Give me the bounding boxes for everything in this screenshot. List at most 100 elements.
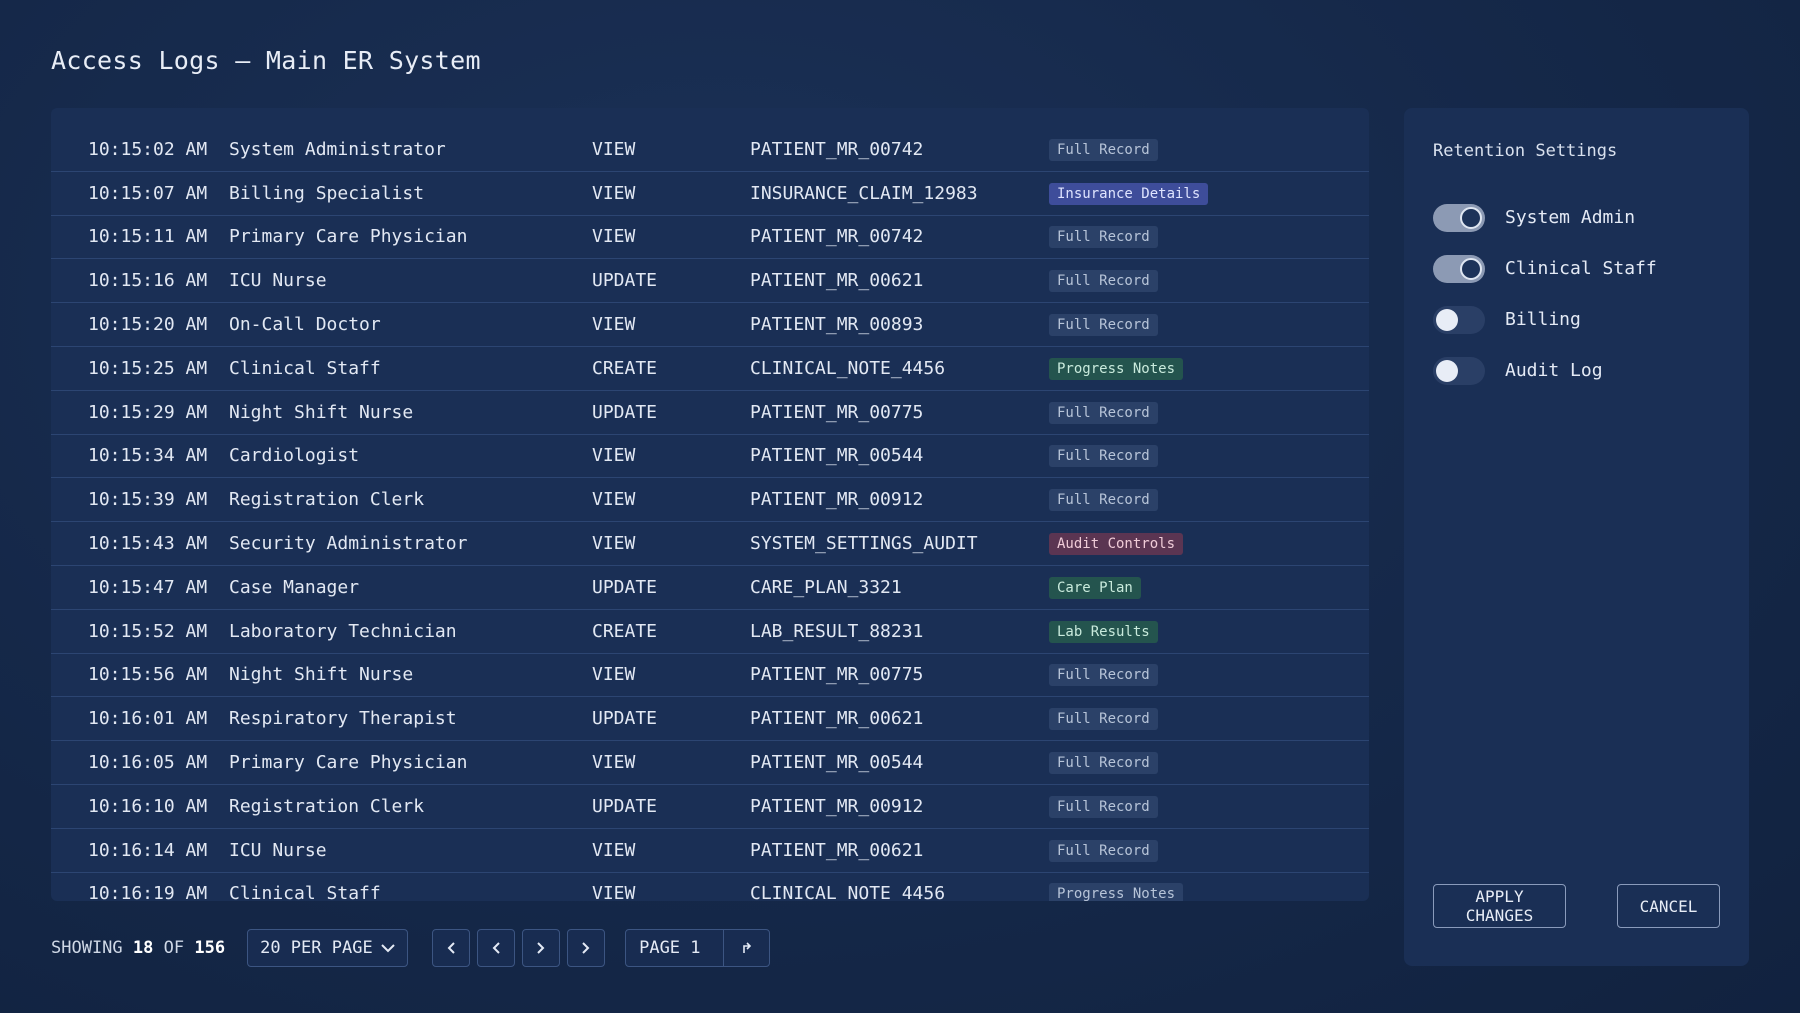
log-user: ICU Nurse [229,270,327,292]
table-row[interactable]: 10:15:39 AM Registration Clerk VIEW PATIENT… [51,478,1369,523]
table-row[interactable]: 10:15:20 AM On-Call Doctor VIEW PATIENT_MR_… [51,303,1369,347]
retention-toggle-switch[interactable] [1433,203,1485,232]
log-resource: PATIENT_MR_00912 [750,489,924,511]
showing-prefix: SHOWING [51,938,123,958]
log-scope-cell: Full Record [1049,269,1369,293]
first-page-button[interactable] [432,929,471,967]
apply-changes-button[interactable]: APPLY CHANGES [1433,884,1566,928]
retention-toggle-label: Clinical Staff [1505,258,1657,279]
log-scope-cell: Full Record [1049,488,1369,512]
log-user: Clinical Staff [229,883,381,901]
table-row[interactable]: 10:16:05 AM Primary Care Physician VIEW PAT… [51,741,1369,785]
log-action: UPDATE [592,708,658,730]
page-input[interactable]: PAGE 1 [626,930,725,966]
scope-badge: Full Record [1049,401,1158,424]
log-scope-cell: Insurance Details [1049,182,1369,205]
log-time: 10:15:16 AM [88,270,208,292]
showing-count-value: 18 [132,938,154,958]
table-row[interactable]: 10:15:11 AM Primary Care Physician VIEW PAT… [51,216,1369,260]
log-resource: PATIENT_MR_00742 [750,138,924,160]
log-time: 10:15:47 AM [88,576,208,598]
scope-badge: Care Plan [1049,576,1141,599]
table-row[interactable]: 10:15:02 AM System Administrator VIEW PATIE… [51,128,1369,172]
table-row[interactable]: 10:15:34 AM Cardiologist VIEW PATIENT_MR_00… [51,435,1369,479]
log-user: Night Shift Nurse [229,401,414,423]
table-row[interactable]: 10:15:25 AM Clinical Staff CREATE CLINICAL_… [51,347,1369,391]
retention-settings-title: Retention Settings [1433,141,1618,161]
log-time: 10:15:11 AM [88,226,208,248]
toggle-knob [1460,257,1482,280]
log-action: VIEW [592,226,636,248]
scope-badge: Full Record [1049,138,1158,161]
log-resource: PATIENT_MR_00621 [750,708,924,730]
log-scope-cell: Lab Results [1049,620,1369,643]
table-row[interactable]: 10:15:07 AM Billing Specialist VIEW INSURAN… [51,172,1369,216]
log-resource: CLINICAL_NOTE_4456 [750,883,946,901]
table-row[interactable]: 10:15:16 AM ICU Nurse UPDATE PATIENT_MR_006… [51,259,1369,304]
scope-badge: Full Record [1049,708,1158,731]
table-row[interactable]: 10:16:14 AM ICU Nurse VIEW PATIENT_MR_00621… [51,829,1369,873]
per-page-select[interactable]: 20 PER PAGE [247,929,409,967]
log-action: UPDATE [592,401,658,423]
log-time: 10:15:39 AM [88,489,208,511]
table-row[interactable]: 10:15:47 AM Case Manager UPDATE CARE_PLAN_3… [51,566,1369,610]
log-user: Respiratory Therapist [229,708,457,730]
log-time: 10:15:43 AM [88,533,208,555]
table-row[interactable]: 10:15:52 AM Laboratory Technician CREATE LA… [51,610,1369,654]
log-scope-cell: Full Record [1049,138,1369,161]
page-jump[interactable]: PAGE 1 [625,929,771,967]
table-row[interactable]: 10:16:10 AM Registration Clerk UPDATE PATIE… [51,785,1369,829]
table-body: 10:15:02 AM System Administrator VIEW PATIE… [51,128,1369,901]
cancel-button[interactable]: CANCEL [1617,884,1720,928]
total-count-value: 156 [194,938,226,958]
log-action: VIEW [592,533,636,555]
log-resource: PATIENT_MR_00775 [750,401,924,423]
log-time: 10:15:02 AM [88,138,208,160]
scope-badge: Full Record [1049,795,1158,818]
log-resource: PATIENT_MR_00893 [750,314,924,336]
log-action: VIEW [592,883,636,901]
log-action: CREATE [592,357,658,379]
retention-toggle-switch[interactable] [1433,356,1485,385]
retention-toggle-row: System Admin [1433,192,1657,243]
log-scope-cell: Full Record [1049,751,1369,775]
log-user: On-Call Doctor [229,314,381,336]
log-action: VIEW [592,839,636,861]
last-page-button[interactable] [567,929,606,967]
table-row[interactable]: 10:16:01 AM Respiratory Therapist UPDATE PA… [51,697,1369,742]
next-page-button[interactable] [522,929,561,967]
log-user: Laboratory Technician [229,620,457,642]
log-user: Primary Care Physician [229,752,468,774]
log-action: VIEW [592,752,636,774]
per-page-value: 20 PER PAGE [260,938,373,958]
log-user: Registration Clerk [229,489,425,511]
log-user: ICU Nurse [229,839,327,861]
log-time: 10:15:56 AM [88,664,208,686]
pagination-bar: SHOWING 18 OF 156 20 PER PAGE PAGE 1 [51,929,771,967]
log-time: 10:15:07 AM [88,182,208,204]
log-time: 10:16:19 AM [88,883,208,901]
prev-page-button[interactable] [477,929,516,967]
toggle-knob [1436,308,1458,331]
scope-badge: Full Record [1049,226,1158,249]
retention-toggle-switch[interactable] [1433,305,1485,334]
log-time: 10:15:52 AM [88,620,208,642]
log-scope-cell: Full Record [1049,663,1369,687]
log-action: UPDATE [592,576,658,598]
log-scope-cell: Care Plan [1049,576,1369,599]
table-row[interactable]: 10:15:29 AM Night Shift Nurse UPDATE PATIEN… [51,391,1369,435]
log-user: Billing Specialist [229,182,425,204]
retention-settings-panel: Retention Settings System Admin Clinical … [1404,108,1749,966]
log-resource: PATIENT_MR_00544 [750,752,924,774]
access-log-table: 10:15:02 AM System Administrator VIEW PATIE… [51,108,1369,901]
log-resource: INSURANCE_CLAIM_12983 [750,182,978,204]
retention-toggle-switch[interactable] [1433,254,1485,283]
retention-toggle-row: Clinical Staff [1433,243,1657,294]
table-row[interactable]: 10:16:19 AM Clinical Staff VIEW CLINICAL_NO… [51,873,1369,901]
log-scope-cell: Full Record [1049,401,1369,424]
table-row[interactable]: 10:15:56 AM Night Shift Nurse VIEW PATIENT_… [51,654,1369,698]
go-arrow-icon[interactable] [724,942,769,954]
scope-badge: Full Record [1049,664,1158,687]
table-row[interactable]: 10:15:43 AM Security Administrator VIEW SYS… [51,522,1369,566]
scope-badge: Progress Notes [1049,883,1184,901]
